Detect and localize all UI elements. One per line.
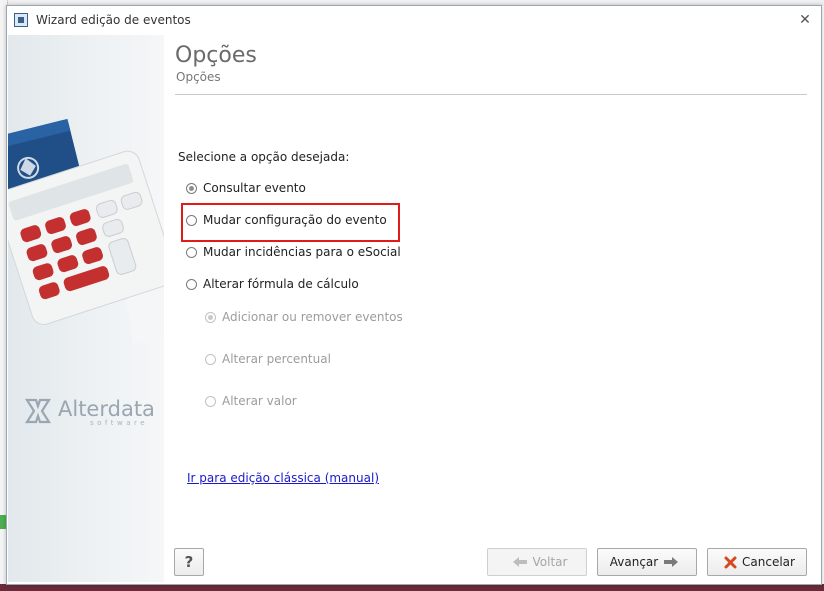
option-label: Mudar incidências para o eSocial — [203, 245, 401, 259]
logo-name: Alterdata — [58, 397, 155, 421]
cancel-x-icon — [724, 556, 737, 569]
option-alterar-formula[interactable]: Alterar fórmula de cálculo — [186, 275, 359, 293]
help-label: ? — [184, 553, 194, 571]
title-bar: Wizard edição de eventos ✕ — [7, 6, 821, 34]
radio-icon[interactable] — [186, 278, 197, 290]
option-label: Alterar fórmula de cálculo — [203, 277, 359, 291]
options-prompt: Selecione a opção desejada: — [178, 150, 350, 164]
back-label: Voltar — [532, 555, 568, 569]
suboption-adicionar-remover: Adicionar ou remover eventos — [205, 308, 403, 326]
background-taskbar — [0, 584, 824, 591]
radio-icon — [205, 395, 216, 407]
cancel-label: Cancelar — [742, 555, 795, 569]
suboption-label: Alterar valor — [222, 394, 297, 408]
suboption-label: Alterar percentual — [222, 352, 331, 366]
header-divider — [175, 94, 807, 95]
page-subtitle: Opções — [176, 70, 221, 84]
alterdata-logo: Alterdata software — [24, 397, 164, 427]
radio-icon[interactable] — [186, 214, 197, 226]
radio-selected-icon[interactable] — [186, 182, 197, 194]
arrow-right-icon — [663, 556, 679, 568]
next-button[interactable]: Avançar — [597, 548, 697, 576]
window-title: Wizard edição de eventos — [36, 13, 191, 27]
logo-sub: software — [90, 419, 149, 427]
classic-edit-link[interactable]: Ir para edição clássica (manual) — [187, 471, 379, 485]
option-label: Mudar configuração do evento — [203, 213, 387, 227]
radio-icon[interactable] — [186, 246, 197, 258]
close-icon[interactable]: ✕ — [797, 12, 813, 28]
help-button[interactable]: ? — [174, 548, 204, 576]
alterdata-mark-icon — [24, 398, 52, 424]
suboption-alterar-valor: Alterar valor — [205, 392, 297, 410]
side-panel: Alterdata software — [8, 35, 164, 582]
calculator-illustration-icon — [8, 118, 164, 345]
back-button[interactable]: Voltar — [487, 548, 587, 576]
next-label: Avançar — [609, 555, 659, 569]
option-label: Consultar evento — [203, 181, 306, 195]
arrow-left-icon — [512, 556, 528, 568]
option-consultar-evento[interactable]: Consultar evento — [186, 179, 306, 197]
suboption-label: Adicionar ou remover eventos — [222, 310, 403, 324]
radio-icon — [205, 353, 216, 365]
app-icon — [14, 13, 28, 27]
page-title: Opções — [175, 43, 257, 68]
wizard-window: Wizard edição de eventos ✕ Alterdata sof… — [6, 5, 822, 585]
radio-selected-icon — [205, 311, 216, 323]
cancel-button[interactable]: Cancelar — [707, 548, 807, 576]
option-mudar-incidencias[interactable]: Mudar incidências para o eSocial — [186, 243, 401, 261]
suboption-alterar-percentual: Alterar percentual — [205, 350, 331, 368]
option-mudar-configuracao[interactable]: Mudar configuração do evento — [186, 211, 387, 229]
main-content: Opções Opções Selecione a opção desejada… — [165, 35, 820, 582]
